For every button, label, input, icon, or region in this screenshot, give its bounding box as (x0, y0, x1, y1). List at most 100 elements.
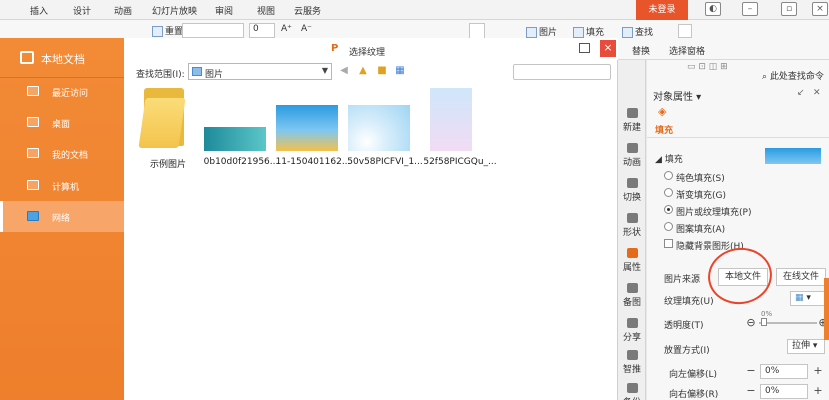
select-pane-button[interactable]: 选择窗格 (669, 44, 705, 57)
login-button[interactable]: 未登录 (636, 0, 688, 20)
radio-pattern-fill[interactable] (664, 222, 673, 231)
shrink-font-button[interactable]: A⁻ (301, 24, 312, 34)
find-icon (622, 27, 633, 38)
replace-button[interactable]: 替换 (632, 44, 650, 57)
shape-icon (626, 213, 638, 223)
offset-left-label: 向左偏移(L) (669, 370, 718, 380)
maximize-icon[interactable] (579, 43, 590, 53)
restore-icon[interactable]: ▫ (781, 2, 797, 16)
sidebar-item-my-documents[interactable]: 我的文档 (0, 138, 124, 169)
transparency-slider[interactable] (759, 322, 817, 324)
object-properties-panel: ▭ ⊡ ◫ ⊞ ⌕ 此处查找命令 对象属性 ▾ ↙ ✕ ◈ 填充 ◢ 填充 纯色… (647, 60, 829, 400)
transparency-label: 透明度(T) (664, 321, 704, 331)
file-item-image-4[interactable]: 52f58PICGQu_... (422, 88, 498, 172)
animation-icon (626, 143, 638, 153)
task-tab-new[interactable]: 新建 (618, 108, 646, 133)
tab-fill[interactable]: 填充 (655, 123, 673, 136)
tab-insert[interactable]: 插入 (30, 4, 48, 17)
texture-fill-label: 纹理填充(U) (664, 297, 714, 307)
image-thumbnail (430, 88, 472, 151)
task-tab-backup-image[interactable]: 备图 (618, 283, 646, 308)
new-folder-icon[interactable]: ■ (376, 65, 388, 77)
lookin-label: 查找范围(I): (136, 70, 185, 80)
grow-font-button[interactable]: A⁺ (281, 24, 292, 34)
hide-background-checkbox[interactable] (664, 239, 673, 248)
sidebar-item-network[interactable]: 网络 (0, 201, 124, 232)
picture-icon (526, 27, 537, 38)
wps-p-icon: P (331, 43, 339, 54)
tiling-select[interactable]: 拉伸 ▾ (787, 339, 825, 354)
search-input[interactable] (513, 64, 611, 80)
offset-left-minus[interactable]: − (745, 365, 757, 377)
fill-button[interactable]: 填充 (573, 25, 604, 38)
tab-animation[interactable]: 动画 (114, 4, 132, 17)
sidebar-item-recent[interactable]: 最近访问 (0, 76, 124, 107)
transparency-value: 0% (761, 310, 773, 318)
offset-right-plus[interactable]: + (812, 385, 824, 397)
task-tab-backup[interactable]: 备份 (618, 383, 646, 400)
recent-icon (27, 86, 39, 96)
close-panel-icon[interactable]: ✕ (813, 88, 821, 98)
textbox-icon[interactable] (469, 23, 485, 39)
tiling-label: 放置方式(I) (664, 346, 710, 356)
fill-section-header[interactable]: ◢ 填充 (655, 152, 683, 165)
sidebar-title: 本地文档 (41, 53, 85, 66)
radio-picture-texture-fill[interactable] (664, 205, 673, 214)
command-search[interactable]: ⌕ 此处查找命令 (762, 69, 824, 82)
properties-icon (626, 248, 638, 258)
image-icon (626, 283, 638, 293)
file-item-folder[interactable]: 示例图片 (130, 88, 206, 172)
offset-left-plus[interactable]: + (812, 365, 824, 377)
find-button[interactable]: 查找 (622, 25, 653, 38)
dialog-title: 选择纹理 (349, 48, 386, 58)
close-window-icon[interactable]: × (812, 2, 828, 16)
task-tab-shape[interactable]: 形状 (618, 213, 646, 238)
offset-left-input[interactable]: 0% (760, 364, 808, 379)
image-thumbnail (348, 105, 410, 151)
transparency-slider-thumb[interactable] (761, 318, 767, 326)
lookin-select[interactable]: 图片 ▼ (188, 63, 332, 80)
picture-button[interactable]: 图片 (526, 25, 557, 38)
task-tab-animation[interactable]: 动画 (618, 143, 646, 168)
transparency-slider-minus[interactable]: ⊖ (745, 317, 757, 329)
tab-review[interactable]: 审阅 (215, 4, 233, 17)
task-tab-recommend[interactable]: 智推 (618, 350, 646, 375)
tab-cloud[interactable]: 云服务 (294, 4, 321, 17)
view-menu-icon[interactable]: ▦ (394, 65, 406, 77)
pin-icon[interactable]: ↙ (797, 88, 805, 98)
transition-icon (626, 178, 638, 188)
tab-view[interactable]: 视图 (257, 4, 275, 17)
font-size-input[interactable]: 0 (249, 23, 275, 38)
up-folder-icon[interactable]: ▲ (357, 65, 369, 77)
fill-icon (573, 27, 584, 38)
file-name: 52f58PICGQu_... (423, 157, 497, 167)
back-icon[interactable]: ◀ (338, 65, 350, 77)
offset-right-minus[interactable]: − (745, 385, 757, 397)
reset-icon (152, 26, 163, 37)
radio-solid-fill[interactable] (664, 171, 673, 180)
panel-title: 对象属性 ▾ (653, 92, 702, 103)
tab-slideshow[interactable]: 幻灯片放映 (152, 4, 197, 17)
task-tab-transition[interactable]: 切换 (618, 178, 646, 203)
tab-design[interactable]: 设计 (73, 4, 91, 17)
offset-right-input[interactable]: 0% (760, 384, 808, 399)
font-name-input[interactable] (182, 23, 244, 38)
share-icon (626, 318, 638, 328)
texture-fill-select[interactable]: ▦ ▾ (790, 291, 825, 306)
sidebar-item-computer[interactable]: 计算机 (0, 170, 124, 201)
minimize-icon[interactable]: – (742, 2, 758, 16)
backup-icon (626, 383, 638, 393)
recommend-icon (626, 350, 638, 360)
fill-preview-swatch (765, 148, 821, 164)
radio-gradient-fill[interactable] (664, 188, 673, 197)
skin-icon[interactable]: ◐ (705, 2, 721, 16)
close-icon[interactable]: × (600, 40, 616, 57)
sidebar-item-desktop[interactable]: 桌面 (0, 107, 124, 138)
online-file-button[interactable]: 在线文件 (776, 268, 826, 286)
task-tab-share[interactable]: 分享 (618, 318, 646, 343)
solid-fill-label: 纯色填充(S) (676, 174, 725, 184)
task-tab-properties[interactable]: 属性 (618, 248, 646, 273)
reset-button[interactable]: 重置 (152, 24, 183, 37)
computer-icon (27, 180, 39, 190)
file-item-image-3[interactable]: 50v58PICFVI_1... (347, 88, 423, 172)
